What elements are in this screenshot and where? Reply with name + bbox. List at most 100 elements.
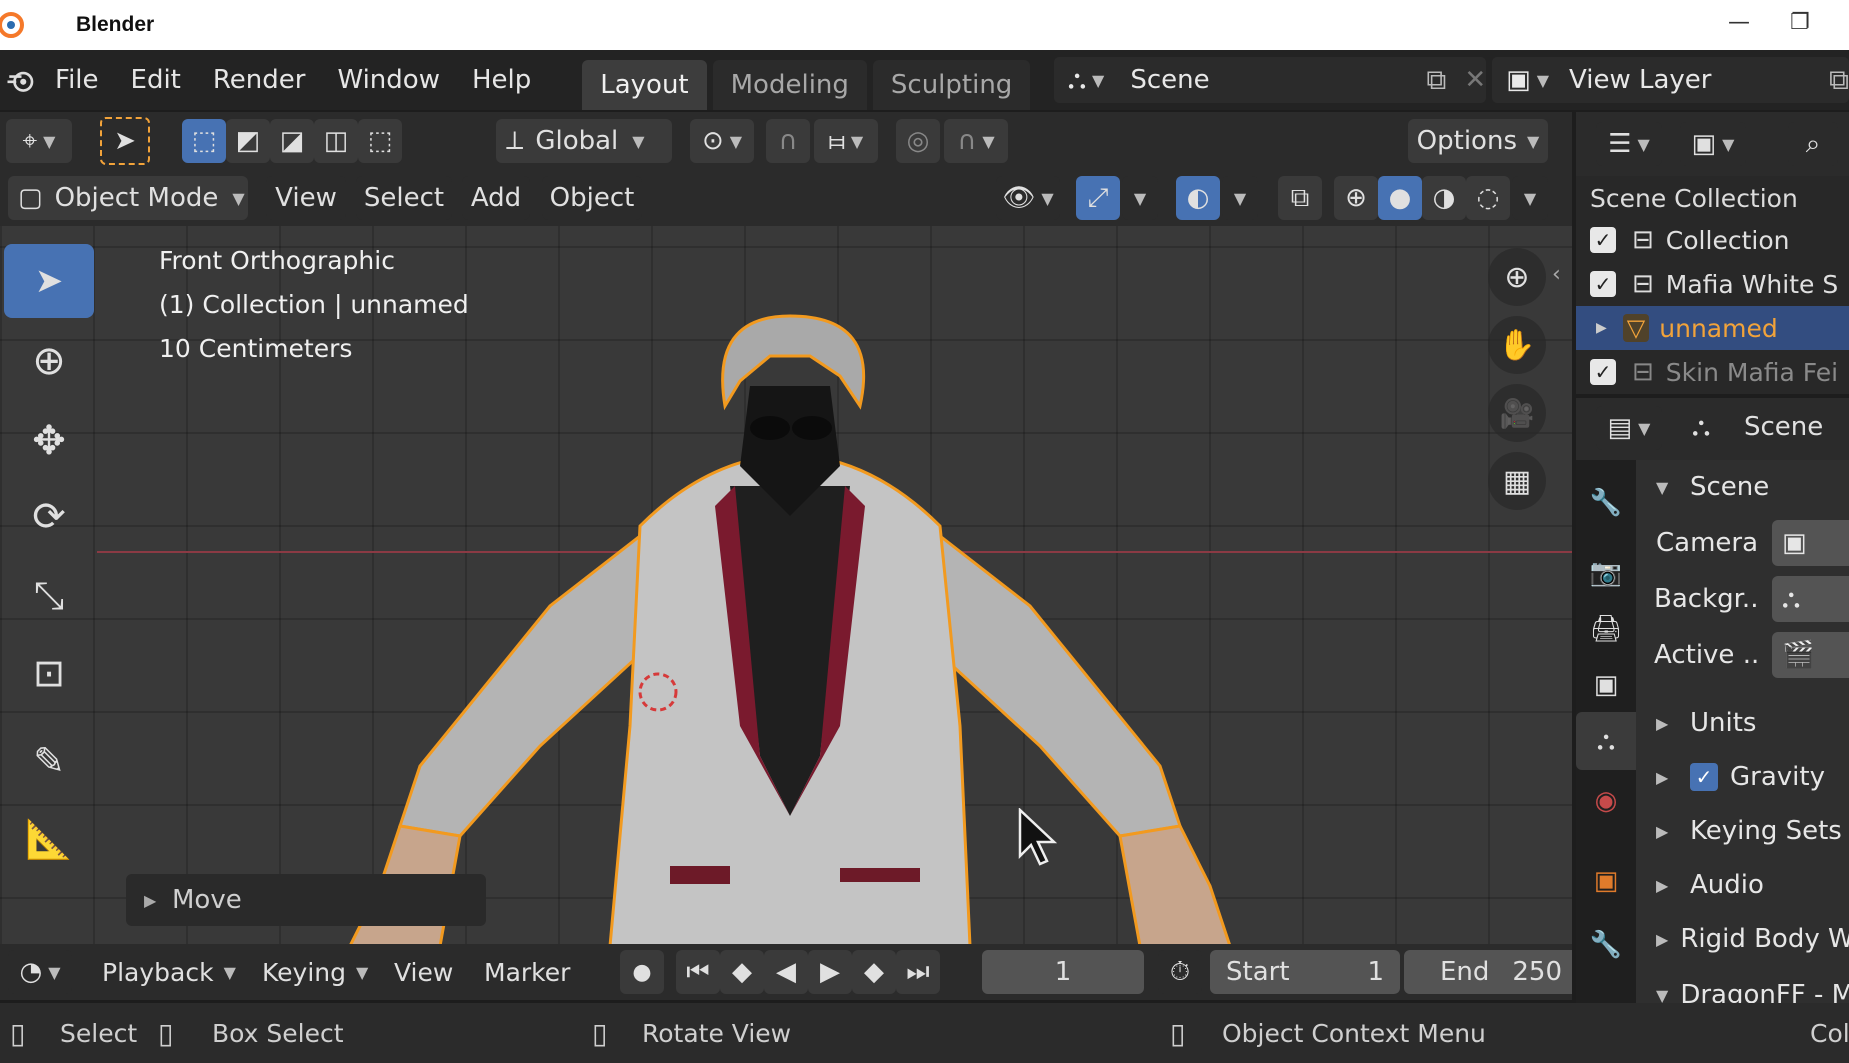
rotate-tool[interactable]: ⟳	[4, 480, 94, 554]
tab-render[interactable]: 📷	[1576, 544, 1636, 602]
cursor-tool[interactable]: ⊕	[4, 324, 94, 398]
proportional-falloff-dropdown[interactable]: ∩ ▼	[944, 119, 1008, 163]
shading-dropdown[interactable]: ▼	[1512, 176, 1548, 220]
gravity-checkbox[interactable]: ✓	[1690, 763, 1718, 791]
panel-rigid-body-world[interactable]: ▶ Rigid Body W	[1636, 916, 1849, 962]
menu-view[interactable]: View	[266, 176, 346, 220]
transform-orientation-dropdown[interactable]: ⟂ Global ▼	[496, 119, 672, 163]
restore-icon[interactable]: ❐	[1790, 10, 1810, 35]
tab-view-layer[interactable]: ▣	[1576, 656, 1636, 714]
gizmo-toggle[interactable]: ⤢	[1076, 176, 1120, 220]
close-icon[interactable]: ✕	[1464, 65, 1486, 95]
blender-menu-icon[interactable]	[4, 60, 39, 100]
scene-selector[interactable]: ⛬ ▼ Scene ⧉ ✕	[1053, 57, 1487, 103]
shading-wireframe[interactable]: ⊕	[1334, 176, 1378, 220]
mode-dropdown[interactable]: ▢ Object Mode ▼	[8, 176, 248, 220]
overlays-dropdown[interactable]: ▼	[1222, 176, 1258, 220]
move-tool[interactable]: ✥	[4, 404, 94, 478]
auto-keying-button[interactable]: ●	[620, 950, 664, 994]
snap-target-dropdown[interactable]: ⧦ ▼	[814, 119, 878, 163]
overlays-toggle[interactable]: ◐	[1176, 176, 1220, 220]
tab-output[interactable]: 🖨	[1576, 600, 1636, 658]
select-invert-button[interactable]: ◫	[314, 119, 358, 163]
menu-edit[interactable]: Edit	[115, 65, 197, 95]
select-extend-button[interactable]: ◩	[226, 119, 270, 163]
panel-audio[interactable]: ▶ Audio	[1636, 862, 1849, 908]
panel-gravity[interactable]: ▶ ✓ Gravity	[1636, 754, 1849, 800]
menu-window[interactable]: Window	[321, 65, 456, 95]
outliner-search-button[interactable]: ⌕	[1788, 122, 1838, 166]
prev-keyframe-button[interactable]: ◆	[720, 950, 764, 994]
active-clip-field[interactable]: 🎬	[1772, 632, 1849, 678]
end-frame-field[interactable]: End 250	[1404, 950, 1572, 994]
ortho-grid-icon[interactable]: ▦	[1488, 452, 1546, 510]
minimize-icon[interactable]: —	[1728, 10, 1750, 35]
use-preview-range-button[interactable]: ⏱	[1158, 950, 1202, 994]
play-button[interactable]: ▶	[808, 950, 852, 994]
last-operator-panel[interactable]: ▶ Move	[126, 874, 486, 926]
tab-object[interactable]: ▣	[1576, 852, 1636, 910]
menu-object[interactable]: Object	[542, 176, 642, 220]
outliner-item[interactable]: ✓ ⊟ Collection	[1576, 218, 1849, 262]
editor-type-button[interactable]: ⌖ ▼	[6, 119, 72, 163]
outliner-editor-type[interactable]: ☰ ▼	[1596, 122, 1662, 166]
menu-render[interactable]: Render	[197, 65, 322, 95]
timeline-editor-type[interactable]: ◔ ▼	[8, 950, 72, 994]
shading-material[interactable]: ◑	[1422, 176, 1466, 220]
expand-triangle-icon[interactable]: ▶	[1596, 320, 1607, 336]
tab-modeling[interactable]: Modeling	[712, 60, 867, 110]
shading-solid[interactable]: ●	[1378, 176, 1422, 220]
checkbox-icon[interactable]: ✓	[1590, 227, 1616, 253]
transform-tool[interactable]: ⊡	[4, 636, 94, 710]
outliner-item[interactable]: ✓ ⊟ Mafia White S	[1576, 262, 1849, 306]
outliner-item[interactable]: ✓ ⊟ Skin Mafia Fei	[1576, 350, 1849, 394]
checkbox-icon[interactable]: ✓	[1590, 359, 1616, 385]
panel-keying-sets[interactable]: ▶ Keying Sets	[1636, 808, 1849, 854]
tab-modifiers[interactable]: 🔧	[1576, 916, 1636, 974]
select-box-tool[interactable]: ➤	[4, 244, 94, 318]
menu-select[interactable]: Select	[356, 176, 452, 220]
pan-hand-icon[interactable]: ✋	[1488, 316, 1546, 374]
outliner-root[interactable]: Scene Collection	[1576, 176, 1849, 220]
annotate-tool[interactable]: ✎	[4, 724, 94, 798]
tab-scene[interactable]: ⛬	[1576, 712, 1636, 770]
jump-start-button[interactable]: ⏮	[676, 950, 720, 994]
view-layer-selector[interactable]: ▣ ▼ View Layer ⧉	[1492, 57, 1849, 103]
sidebar-toggle-icon[interactable]: ‹	[1552, 262, 1561, 287]
menu-keying[interactable]: Keying ▼	[262, 944, 368, 1000]
new-view-layer-icon[interactable]: ⧉	[1829, 63, 1849, 97]
camera-field[interactable]: ▣	[1772, 520, 1849, 566]
select-new-button[interactable]: ⬚	[182, 119, 226, 163]
panel-units[interactable]: ▶ Units	[1636, 700, 1849, 746]
new-scene-icon[interactable]: ⧉	[1426, 63, 1446, 97]
camera-view-icon[interactable]: 🎥	[1488, 384, 1546, 442]
visibility-dropdown[interactable]: 👁 ▼	[996, 176, 1060, 220]
outliner-item-selected[interactable]: ▶ ▽ unnamed	[1576, 306, 1849, 350]
menu-timeline-view[interactable]: View	[394, 944, 453, 1000]
scale-tool[interactable]: ⤡	[4, 558, 94, 632]
options-dropdown[interactable]: Options ▼	[1408, 119, 1548, 163]
play-reverse-button[interactable]: ◀	[764, 950, 808, 994]
menu-add[interactable]: Add	[462, 176, 530, 220]
tab-sculpting[interactable]: Sculpting	[872, 60, 1031, 110]
background-set-field[interactable]: ⛬	[1772, 576, 1849, 622]
menu-playback[interactable]: Playback ▼	[102, 944, 236, 1000]
properties-editor-type[interactable]: ▤ ▼	[1596, 406, 1662, 450]
menu-marker[interactable]: Marker	[484, 944, 570, 1000]
start-frame-field[interactable]: Start 1	[1210, 950, 1400, 994]
measure-tool[interactable]: 📐	[4, 802, 94, 876]
tab-layout[interactable]: Layout	[582, 60, 707, 110]
display-mode-dropdown[interactable]: ▣ ▼	[1680, 122, 1746, 166]
panel-header-scene[interactable]: ▼ Scene	[1636, 464, 1849, 510]
shading-rendered[interactable]: ◌	[1466, 176, 1510, 220]
proportional-edit-toggle[interactable]: ◎	[896, 119, 940, 163]
checkbox-icon[interactable]: ✓	[1590, 271, 1616, 297]
pivot-point-dropdown[interactable]: ⊙ ▼	[690, 119, 754, 163]
jump-end-button[interactable]: ⏭	[896, 950, 940, 994]
character-model[interactable]	[340, 226, 1260, 944]
next-keyframe-button[interactable]: ◆	[852, 950, 896, 994]
select-intersect-button[interactable]: ⬚	[358, 119, 402, 163]
xray-toggle[interactable]: ⧉	[1278, 176, 1322, 220]
select-subtract-button[interactable]: ◪	[270, 119, 314, 163]
panel-dragonff[interactable]: ▼ DragonFF - M	[1636, 972, 1849, 1003]
